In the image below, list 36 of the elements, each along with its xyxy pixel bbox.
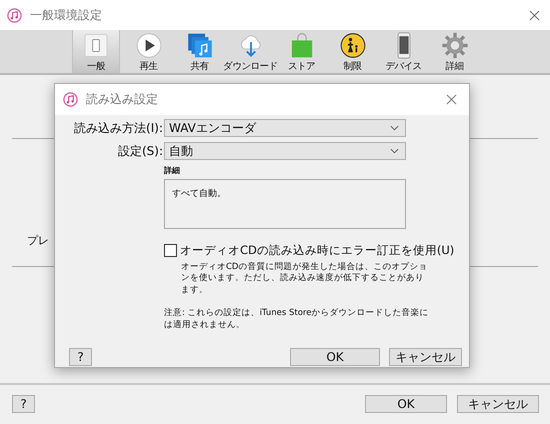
music-note-icon [7, 8, 22, 22]
cancel-button[interactable]: キャンセル [389, 348, 462, 366]
ok-button[interactable]: OK [290, 348, 380, 366]
note-text: 注意: これらの設定は、iTunes Storeからダウンロードした音楽には適用されません。 [164, 308, 430, 332]
preference-tab[interactable]: デバイス [378, 30, 429, 73]
cancel-button[interactable]: キャンセル [457, 394, 539, 412]
preference-tab[interactable]: ダウンロード [225, 30, 276, 73]
chevron-down-icon [390, 125, 399, 131]
window-title: 一般環境設定 [30, 6, 102, 24]
chevron-down-icon [390, 148, 399, 154]
music-stack-icon [186, 32, 214, 59]
details-text: すべて自動。 [172, 189, 226, 199]
field-label: 読み込み方法(I): [73, 120, 164, 136]
close-icon[interactable] [446, 94, 457, 105]
preference-tab[interactable]: 一般 [72, 30, 120, 73]
preference-tab[interactable]: 詳細 [429, 30, 480, 73]
help-button[interactable]: ? [12, 394, 35, 412]
close-icon[interactable] [529, 10, 540, 20]
ok-button[interactable]: OK [365, 394, 447, 412]
preference-tab[interactable]: 制限 [327, 30, 378, 73]
preference-tab[interactable]: ストア [276, 30, 327, 73]
checkbox-label[interactable]: オーディオCDの読み込み時にエラー訂正を使用(U) [180, 243, 454, 258]
details-heading: 詳細 [164, 165, 181, 176]
preference-tab[interactable]: 再生 [123, 30, 174, 73]
help-button[interactable]: ? [69, 348, 92, 366]
option-description: オーディオCDの音質に問題が発生した場合は、このオプションを使います。ただし、読み込み速度が低下することがあります。 [181, 262, 428, 296]
field-label: 設定(S): [116, 142, 164, 160]
parent-child-icon [338, 32, 366, 59]
dialog-title: 読み込み設定 [86, 91, 158, 108]
preference-tab[interactable]: 共有 [174, 30, 225, 73]
dropdown[interactable]: 自動 [164, 142, 406, 160]
dropdown[interactable]: WAVエンコーダ [164, 119, 406, 137]
switch-icon [82, 32, 110, 59]
setting-label: プレ [27, 233, 49, 248]
checkbox[interactable] [164, 244, 177, 257]
music-note-icon [63, 92, 78, 107]
